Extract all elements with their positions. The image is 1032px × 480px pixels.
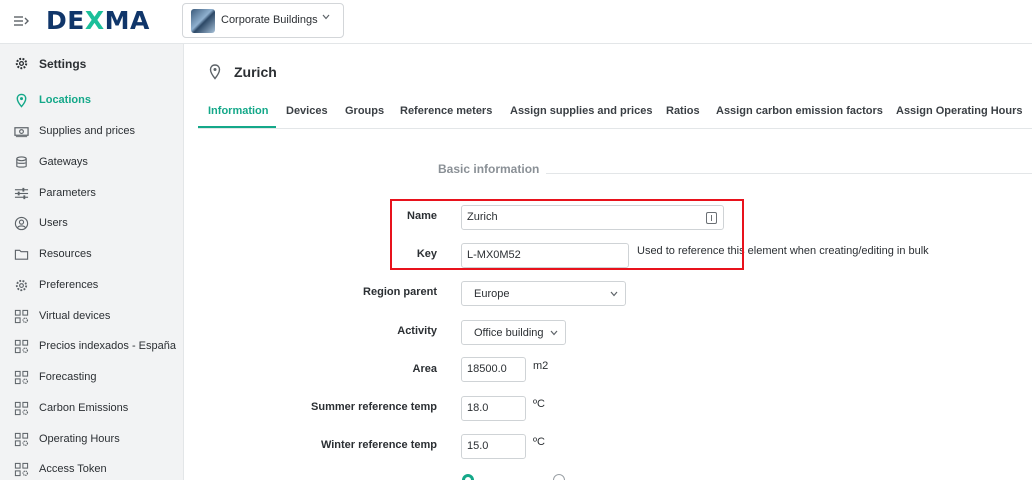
location-pin-icon xyxy=(16,93,27,108)
sidebar-item-label: Users xyxy=(39,217,68,229)
sidebar-item-label: Preferences xyxy=(39,279,99,291)
sidebar-item-gateways[interactable]: Gateways xyxy=(0,148,184,178)
sidebar-item-label: Operating Hours xyxy=(39,433,120,445)
summer-temp-field[interactable]: 18.0 xyxy=(461,396,526,421)
tab-assign-supplies[interactable]: Assign supplies and prices xyxy=(510,105,652,117)
sidebar-item-users[interactable]: Users xyxy=(0,209,184,239)
tab-ratios[interactable]: Ratios xyxy=(666,105,700,117)
tab-assign-carbon[interactable]: Assign carbon emission factors xyxy=(716,105,883,117)
tab-information[interactable]: Information xyxy=(208,105,269,117)
tab-bar: Information Devices Groups Reference met… xyxy=(198,102,1032,128)
sidebar-item-label: Supplies and prices xyxy=(39,125,136,137)
building-thumbnail xyxy=(191,9,215,33)
gear-icon xyxy=(15,279,28,292)
tab-reference-meters[interactable]: Reference meters xyxy=(400,105,492,117)
area-unit: m2 xyxy=(533,360,549,372)
location-pin-icon xyxy=(209,64,221,80)
region-parent-select[interactable]: Europe xyxy=(461,281,626,306)
winter-temp-value: 15.0 xyxy=(467,440,489,452)
area-label: Area xyxy=(412,363,437,375)
sidebar-item-locations[interactable]: Locations xyxy=(0,86,184,116)
sidebar-item-resources[interactable]: Resources xyxy=(0,240,184,270)
sidebar-item-settings[interactable]: Settings xyxy=(0,49,184,79)
page-title: Zurich xyxy=(234,64,277,80)
gateway-icon xyxy=(16,156,27,168)
gear-icon xyxy=(15,57,28,70)
section-title: Basic information xyxy=(438,162,540,176)
chevron-down-icon xyxy=(550,330,558,336)
grid-gear-icon xyxy=(14,309,29,324)
sliders-icon xyxy=(14,187,29,200)
sidebar-item-label: Forecasting xyxy=(39,371,97,383)
sidebar-item-label: Parameters xyxy=(39,187,96,199)
winter-temp-field[interactable]: 15.0 xyxy=(461,434,526,459)
sidebar: Settings Locations Supplies and prices G… xyxy=(0,44,184,480)
sidebar-item-label: Access Token xyxy=(39,463,107,475)
highlight-annotation xyxy=(390,199,744,270)
area-field[interactable]: 18500.0 xyxy=(461,357,526,382)
chevron-down-icon xyxy=(610,291,618,297)
tab-assign-operating-hours[interactable]: Assign Operating Hours xyxy=(896,105,1023,117)
sidebar-item-supplies[interactable]: Supplies and prices xyxy=(0,117,184,147)
grid-gear-icon xyxy=(14,401,29,416)
menu-collapse-icon[interactable] xyxy=(13,13,29,29)
sidebar-item-virtual-devices[interactable]: Virtual devices xyxy=(0,302,184,332)
activity-label: Activity xyxy=(397,325,437,337)
sidebar-item-access-token[interactable]: Access Token xyxy=(0,455,184,480)
winter-temp-unit: ºC xyxy=(533,436,545,448)
grid-gear-icon xyxy=(14,339,29,354)
money-icon xyxy=(14,127,29,138)
sidebar-item-label: Settings xyxy=(39,57,87,71)
sidebar-item-carbon-emissions[interactable]: Carbon Emissions xyxy=(0,394,184,424)
sidebar-item-label: Carbon Emissions xyxy=(39,402,129,414)
tab-groups[interactable]: Groups xyxy=(345,105,384,117)
dexma-logo[interactable]: DEXMA xyxy=(46,6,150,35)
region-parent-label: Region parent xyxy=(363,286,437,298)
sidebar-item-label: Gateways xyxy=(39,156,88,168)
radio-option[interactable] xyxy=(553,474,565,480)
winter-temp-label: Winter reference temp xyxy=(320,439,437,451)
sidebar-item-label: Locations xyxy=(39,94,91,106)
summer-temp-value: 18.0 xyxy=(467,402,489,414)
sidebar-item-label: Virtual devices xyxy=(39,310,111,322)
sidebar-item-parameters[interactable]: Parameters xyxy=(0,179,184,209)
tab-devices[interactable]: Devices xyxy=(286,105,328,117)
grid-gear-icon xyxy=(14,462,29,477)
user-icon xyxy=(14,216,29,231)
region-parent-value: Europe xyxy=(474,288,510,300)
grid-gear-icon xyxy=(14,370,29,385)
area-value: 18500.0 xyxy=(467,363,507,375)
section-divider xyxy=(546,173,1032,174)
building-selector[interactable]: Corporate Buildings xyxy=(182,3,344,38)
sidebar-item-preferences[interactable]: Preferences xyxy=(0,271,184,301)
sidebar-item-forecasting[interactable]: Forecasting xyxy=(0,363,184,393)
folder-icon xyxy=(14,249,29,260)
sidebar-item-precios-indexados[interactable]: Precios indexados - España xyxy=(0,332,184,362)
tab-divider xyxy=(198,128,1032,129)
summer-temp-unit: ºC xyxy=(533,398,545,410)
sidebar-item-label: Precios indexados - España xyxy=(39,340,176,352)
summer-temp-label: Summer reference temp xyxy=(311,401,437,413)
radio-option[interactable] xyxy=(462,474,474,480)
top-bar: DEXMA Corporate Buildings xyxy=(0,0,1032,44)
sidebar-item-operating-hours[interactable]: Operating Hours xyxy=(0,425,184,455)
building-selector-label: Corporate Buildings xyxy=(221,14,318,26)
activity-value: Office building xyxy=(474,327,544,339)
activity-select[interactable]: Office building xyxy=(461,320,566,345)
sidebar-item-label: Resources xyxy=(39,248,92,260)
chevron-down-icon xyxy=(322,14,330,20)
grid-gear-icon xyxy=(14,432,29,447)
